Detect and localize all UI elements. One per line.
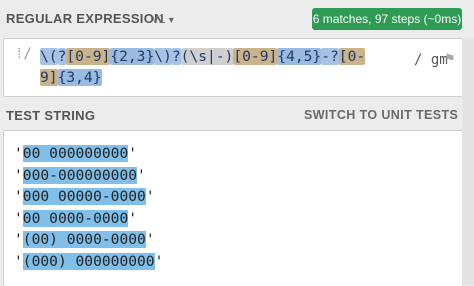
test-line: '(000) 000000000': [14, 251, 163, 273]
test-line-text: '00 0000-0000': [14, 209, 138, 227]
regex-flags[interactable]: / gm: [414, 52, 448, 68]
test-line: '(00) 0000-0000': [14, 229, 163, 251]
test-line-text: '000 00000-0000': [14, 188, 155, 205]
test-line-text: '00 000000000': [14, 145, 138, 162]
regex-token: ?: [171, 48, 181, 65]
test-line: '000-000000000': [14, 165, 163, 187]
scrollbar[interactable]: [462, 38, 474, 285]
test-line: '00 000000000': [14, 143, 163, 165]
match-highlight: 000 00000-0000: [22, 188, 146, 205]
test-string-title: TEST STRING: [6, 108, 96, 123]
version-selector[interactable]: v1 ▾: [152, 11, 174, 26]
regex-input[interactable]: \(?[0-9]{2,3}\)?(\s|-)[0-9]{4,5}-?[0- 9]…: [40, 46, 366, 88]
test-string-editor[interactable]: '00 000000000' '000-000000000' '000 0000…: [3, 130, 463, 286]
switch-link-label: SWITCH TO UNIT TESTS: [304, 108, 459, 122]
test-line: '000 00000-0000': [14, 186, 163, 208]
test-string-header: TEST STRING SWITCH TO UNIT TESTS▶: [0, 100, 474, 128]
match-info-badge[interactable]: 6 matches, 97 steps (~0ms): [312, 8, 462, 30]
grip-dots-icon: ⁞/: [15, 46, 32, 62]
regex-section-title: REGULAR EXPRESSION: [6, 11, 164, 26]
match-highlight: (00) 0000-0000: [22, 231, 146, 248]
regex-token: \(: [40, 48, 58, 65]
regex-token: {4,5}: [277, 48, 322, 65]
regex-token: [0-9]: [66, 48, 111, 65]
regex-token: (\s|-): [180, 48, 234, 65]
version-label: v1: [152, 11, 166, 26]
match-highlight: 00 0000-0000: [22, 209, 129, 227]
regex-token: [0-9]: [233, 48, 278, 65]
regex-token: [0-: [338, 48, 366, 65]
regex-editor[interactable]: ⁞/ \(?[0-9]{2,3}\)?(\s|-)[0-9]{4,5}-?[0-…: [3, 38, 463, 97]
switch-to-unit-tests-link[interactable]: SWITCH TO UNIT TESTS▶: [304, 108, 471, 122]
regex-token: {3,4}: [57, 69, 102, 86]
regex-token: 9]: [40, 69, 58, 86]
test-line-text: '(00) 0000-0000': [14, 231, 155, 248]
match-highlight: 00 000000000: [22, 145, 129, 162]
flag-icon[interactable]: ⚑: [444, 51, 456, 67]
test-line-text: '000-000000000': [14, 166, 146, 184]
regex-line-2: 9]{3,4}: [40, 67, 365, 88]
test-line-text: '(000) 000000000': [14, 252, 164, 270]
test-line: '00 0000-0000': [14, 208, 163, 230]
match-highlight: 000-000000000: [22, 166, 138, 184]
regex-header: REGULAR EXPRESSION v1 ▾ 6 matches, 97 ste…: [0, 0, 474, 36]
match-highlight: (000) 000000000: [22, 252, 155, 270]
regex-line-1: \(?[0-9]{2,3}\)?(\s|-)[0-9]{4,5}-?[0-: [40, 46, 366, 67]
regex-token: -?: [321, 48, 339, 65]
regex-token: \): [154, 48, 172, 65]
regex-token: {2,3}: [110, 48, 155, 65]
chevron-down-icon: ▾: [168, 15, 174, 26]
